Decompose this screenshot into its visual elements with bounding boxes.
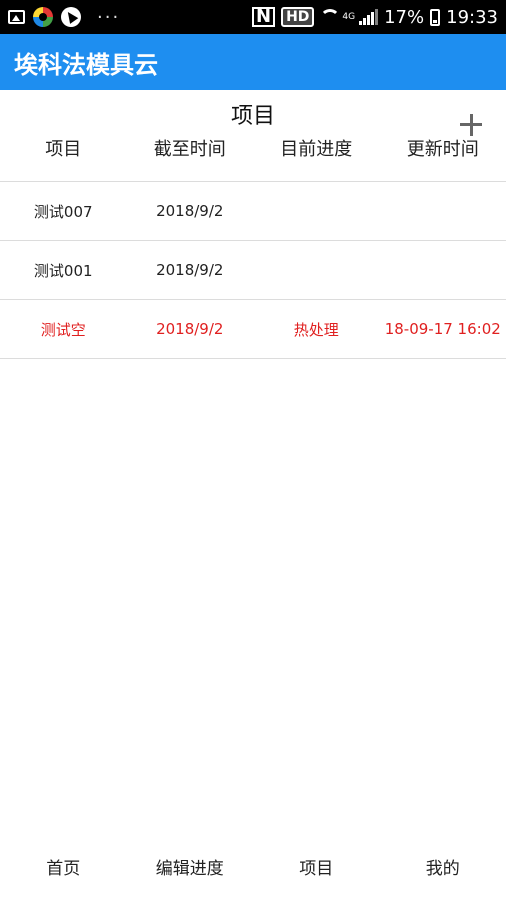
bottom-nav: 首页 编辑进度 项目 我的: [0, 838, 506, 894]
status-bar-left: ···: [8, 7, 120, 28]
app-notification-icon: [33, 7, 53, 27]
hd-voice-icon: HD: [281, 7, 315, 27]
status-bar-right: N HD 4G 17% 19:33: [251, 6, 498, 28]
nfc-icon: N: [251, 7, 276, 27]
column-header-deadline: 截至时间: [153, 139, 226, 160]
network-type: 4G: [342, 12, 356, 22]
table-body: 测试007 2018/9/2 测试001 2018/9/2 测试空 2018/9…: [0, 182, 506, 359]
cell-progress: 热处理: [293, 320, 339, 339]
table-row[interactable]: 测试001 2018/9/2: [0, 241, 506, 300]
nav-item-projects[interactable]: 项目: [253, 854, 380, 879]
app-title: 埃科法模具云: [14, 50, 158, 79]
table-row[interactable]: 测试007 2018/9/2: [0, 182, 506, 241]
cell-deadline: 2018/9/2: [156, 261, 224, 279]
page-title: 项目: [230, 104, 275, 129]
wifi-icon: [320, 9, 341, 25]
screen: ··· N HD 4G 17% 19:33 埃科法模具云 项目 项目 截至时间 …: [0, 0, 506, 900]
navigation-notification-icon: [61, 7, 81, 27]
nav-item-mine[interactable]: 我的: [380, 854, 506, 879]
cell-updated: 18-09-17 16:02: [384, 320, 501, 338]
nav-item-home[interactable]: 首页: [0, 854, 127, 879]
more-notifications-icon: ···: [97, 6, 121, 28]
battery-icon: [430, 8, 441, 26]
cell-deadline: 2018/9/2: [156, 320, 224, 338]
battery-percentage: 17%: [384, 6, 425, 28]
signal-icon: [359, 9, 379, 25]
cell-project: 测试001: [33, 261, 93, 280]
gallery-notification-icon: [8, 10, 25, 24]
cell-deadline: 2018/9/2: [156, 202, 224, 220]
column-header-updated: 更新时间: [406, 139, 479, 160]
table-header: 项目 截至时间 目前进度 更新时间: [0, 134, 506, 182]
app-bar: 埃科法模具云: [0, 34, 506, 90]
status-bar: ··· N HD 4G 17% 19:33: [0, 0, 506, 34]
column-header-project: 项目: [45, 139, 82, 160]
clock: 19:33: [446, 6, 498, 28]
cell-project: 测试空: [40, 320, 86, 339]
nav-item-edit-progress[interactable]: 编辑进度: [127, 854, 254, 879]
cell-project: 测试007: [33, 202, 93, 221]
table-row[interactable]: 测试空 2018/9/2 热处理 18-09-17 16:02: [0, 300, 506, 359]
column-header-progress: 目前进度: [280, 139, 353, 160]
